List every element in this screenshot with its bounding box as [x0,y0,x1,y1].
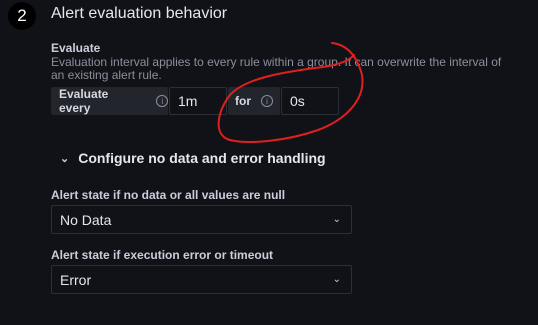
chevron-down-icon: ⌄ [60,152,70,165]
evaluate-every-label: Evaluate every i [51,87,168,115]
for-label: for i [228,87,280,115]
evaluate-every-input[interactable] [169,87,227,115]
error-state-value: Error [60,271,92,288]
step-number-badge: 2 [8,2,36,30]
configure-no-data-toggle[interactable]: ⌄ Configure no data and error handling [60,150,326,166]
nodata-state-label: Alert state if no data or all values are… [51,188,286,202]
error-state-select[interactable]: Error ⌄ [51,265,352,294]
error-state-label: Alert state if execution error or timeou… [51,248,274,262]
evaluate-description: Evaluation interval applies to every rul… [51,55,502,82]
evaluate-every-label-text: Evaluate every [59,87,109,115]
configure-no-data-label: Configure no data and error handling [78,150,326,166]
for-label-text: for [235,94,251,108]
section-title: Alert evaluation behavior [51,5,228,22]
nodata-state-select[interactable]: No Data ⌄ [51,205,352,234]
info-icon[interactable]: i [261,95,273,107]
info-icon[interactable]: i [156,95,168,107]
chevron-down-icon: ⌄ [332,274,341,285]
for-input[interactable] [281,87,339,115]
chevron-down-icon: ⌄ [332,214,341,225]
nodata-state-value: No Data [60,211,112,228]
evaluate-heading: Evaluate [51,41,101,55]
